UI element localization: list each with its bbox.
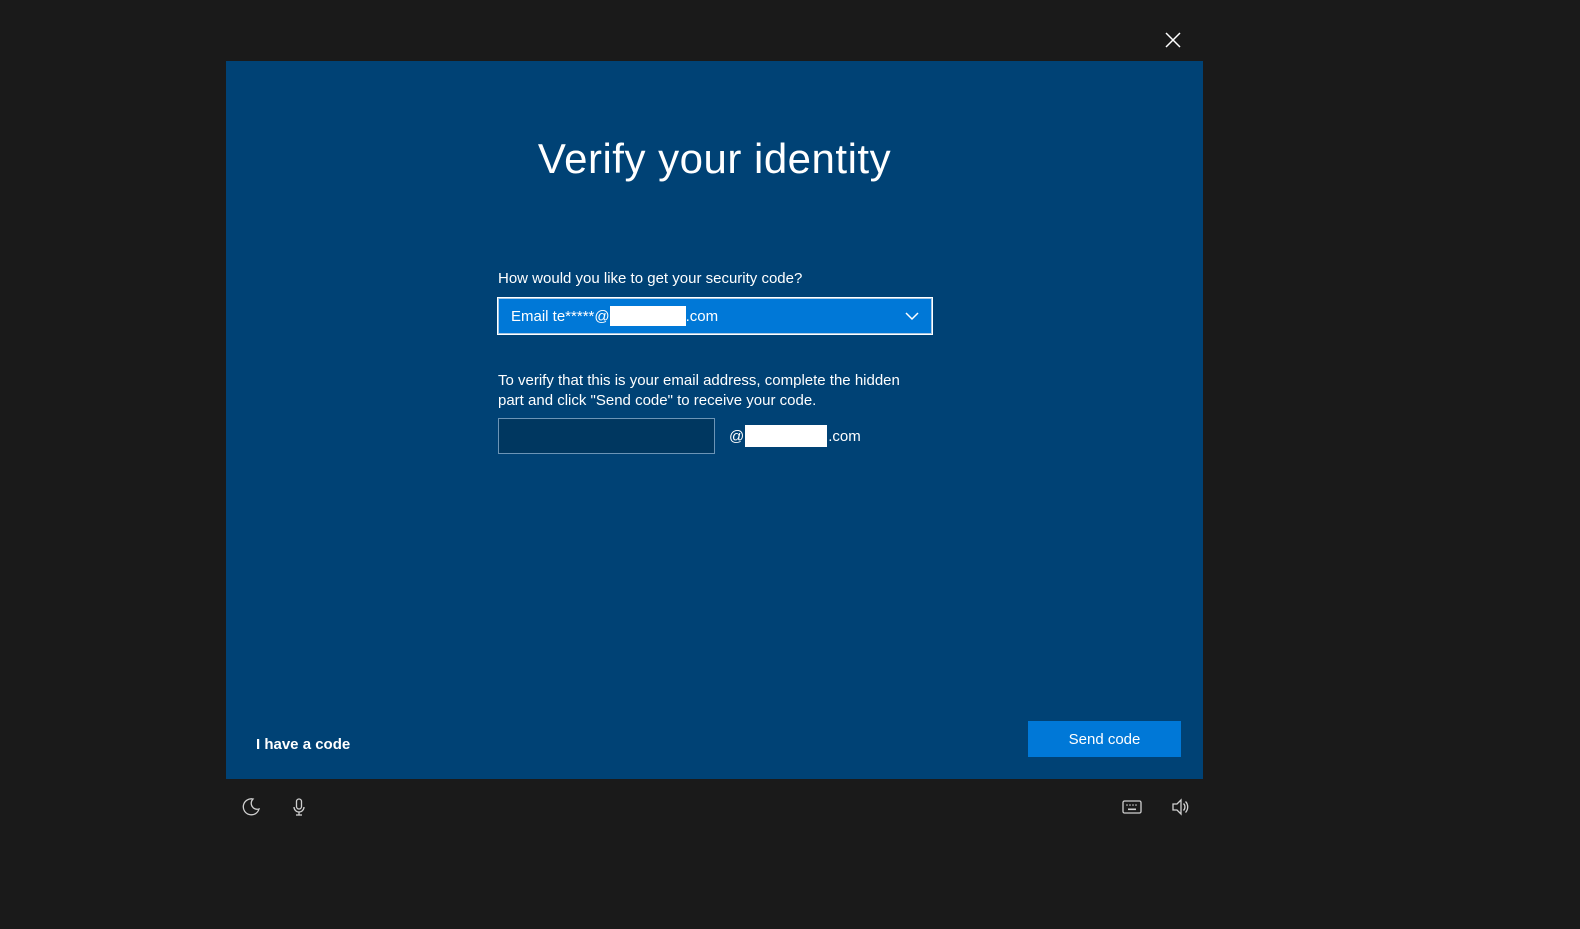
dialog-panel: Verify your identity How would you like … (226, 61, 1203, 779)
dropdown-text-suffix: .com (686, 308, 719, 325)
email-domain-suffix: .com (828, 428, 861, 445)
email-domain-label: @ .com (729, 425, 861, 447)
microphone-button[interactable] (288, 796, 310, 818)
chevron-down-icon (903, 307, 921, 325)
send-code-button[interactable]: Send code (1028, 721, 1181, 757)
verification-method-dropdown[interactable]: Email te*****@ .com (498, 298, 932, 334)
night-mode-button[interactable] (240, 796, 262, 818)
email-at-symbol: @ (729, 428, 744, 445)
instruction-text: To verify that this is your email addres… (498, 371, 928, 412)
system-tray (226, 789, 1203, 825)
volume-icon (1170, 797, 1190, 817)
keyboard-icon (1122, 800, 1142, 814)
close-button[interactable] (1161, 28, 1185, 52)
i-have-a-code-link[interactable]: I have a code (256, 736, 350, 753)
dropdown-text-prefix: Email te*****@ (511, 308, 610, 325)
volume-button[interactable] (1169, 796, 1191, 818)
email-prefix-input[interactable] (498, 418, 715, 454)
dropdown-redacted-mask (610, 306, 686, 326)
security-code-prompt: How would you like to get your security … (498, 270, 802, 287)
dropdown-selected-value: Email te*****@ .com (499, 306, 718, 326)
night-mode-icon (241, 797, 261, 817)
close-icon (1165, 32, 1181, 48)
email-domain-redacted-mask (745, 425, 827, 447)
page-title: Verify your identity (226, 135, 1203, 183)
on-screen-keyboard-button[interactable] (1121, 796, 1143, 818)
microphone-icon (289, 797, 309, 817)
email-verification-row: @ .com (498, 418, 861, 454)
